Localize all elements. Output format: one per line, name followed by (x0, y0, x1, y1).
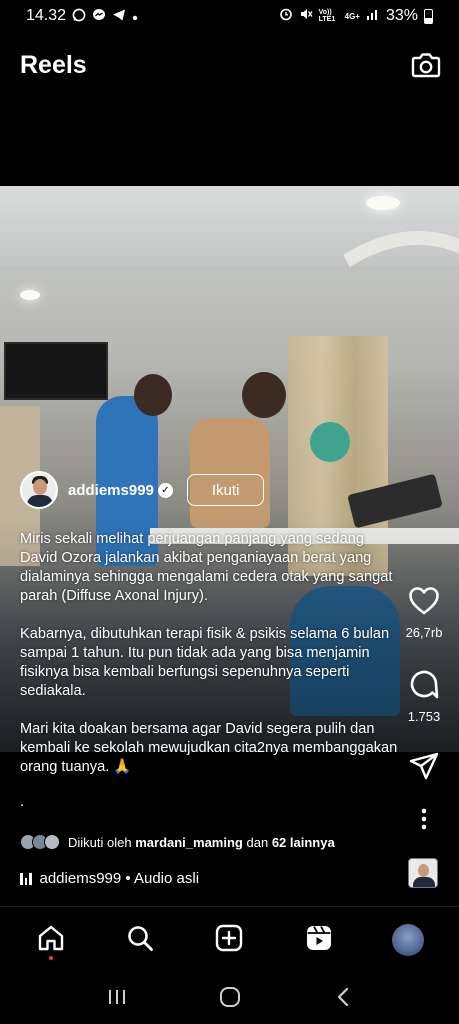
whatsapp-icon (72, 8, 86, 25)
volte-icon: Vo)) LTE1 (318, 9, 336, 23)
audio-bars-icon (20, 872, 32, 885)
audio-thumbnail[interactable] (408, 858, 438, 888)
more-vertical-icon[interactable] (421, 808, 427, 833)
status-right: Vo)) LTE1 4G+ 33% (279, 7, 433, 26)
like-action[interactable]: 26,7rb (394, 586, 454, 640)
battery-percent: 33% (385, 7, 418, 24)
share-action[interactable] (394, 752, 454, 783)
page-title: Reels (20, 50, 87, 79)
status-left: 14.32 (26, 7, 138, 25)
like-count: 26,7rb (405, 625, 443, 640)
home-circle-icon[interactable] (210, 977, 250, 1017)
video-ceiling-light (366, 196, 400, 210)
nav-home[interactable] (27, 916, 75, 964)
signal-icon (366, 7, 380, 25)
messenger-icon (92, 8, 106, 25)
follow-button[interactable]: Ikuti (186, 474, 265, 506)
telegram-icon (112, 8, 126, 25)
nav-create[interactable] (205, 916, 253, 964)
verified-badge-icon: ✓ (157, 482, 173, 498)
comment-action[interactable]: 1.753 (394, 668, 454, 724)
video-ceiling-light (20, 290, 40, 300)
video-tv (4, 342, 108, 400)
audio-label[interactable]: addiems999 • Audio asli (40, 870, 200, 887)
video-therapist-head (134, 374, 172, 416)
notification-dot (48, 956, 53, 960)
status-bar: 14.32 Vo)) LTE1 4G+ 33% (0, 0, 459, 32)
dot-icon (132, 9, 138, 24)
avatar-face (33, 479, 47, 495)
heart-icon[interactable] (408, 586, 440, 619)
followed-by-connector: dan (246, 834, 269, 850)
search-icon[interactable] (126, 924, 154, 957)
avatar-suit (27, 495, 53, 507)
send-icon[interactable] (409, 752, 439, 783)
alarm-icon (279, 7, 293, 26)
divider (0, 906, 459, 907)
reel-caption[interactable]: Miris sekali melihat perjuangan panjang … (20, 530, 398, 812)
follower-avatars (20, 834, 60, 850)
audio-thumb-face (418, 864, 429, 877)
create-icon[interactable] (215, 924, 243, 957)
nav-reels[interactable] (295, 916, 343, 964)
followed-by-prefix: Diikuti oleh (68, 834, 132, 850)
audio-row[interactable]: addiems999 • Audio asli (20, 870, 199, 887)
audio-thumb-suit (413, 877, 435, 887)
more-action[interactable] (394, 808, 454, 833)
system-nav (0, 970, 459, 1024)
comment-icon[interactable] (408, 668, 440, 703)
caption-paragraph: Miris sekali melihat perjuangan panjang … (20, 531, 393, 604)
recent-apps-icon[interactable] (97, 977, 137, 1017)
reels-header: Reels (0, 40, 459, 90)
video-nurse (310, 422, 350, 462)
followed-by-user[interactable]: mardani_maming (135, 835, 243, 850)
network-4g-icon: 4G+ (344, 11, 360, 21)
bottom-nav (0, 912, 459, 968)
followed-by-others[interactable]: 62 lainnya (272, 835, 335, 850)
nav-profile[interactable] (384, 916, 432, 964)
profile-avatar[interactable] (392, 924, 425, 956)
author-avatar[interactable] (20, 471, 58, 509)
camera-icon[interactable] (411, 52, 441, 78)
status-time: 14.32 (26, 7, 67, 24)
video-patient-head (242, 372, 286, 418)
caption-trailing: . (20, 794, 25, 810)
comment-count: 1.753 (407, 709, 441, 724)
author-row: addiems999 ✓ Ikuti (20, 470, 265, 510)
reels-icon[interactable] (305, 924, 333, 957)
caption-paragraph: Mari kita doakan bersama agar David sege… (20, 721, 398, 775)
nav-search[interactable] (116, 916, 164, 964)
author-username[interactable]: addiems999 (68, 482, 154, 499)
battery-icon (424, 8, 433, 24)
home-icon[interactable] (37, 924, 65, 957)
back-icon[interactable] (323, 977, 363, 1017)
caption-paragraph: Kabarnya, dibutuhkan terapi fisik & psik… (20, 626, 390, 699)
mute-icon (299, 7, 313, 26)
followed-by-row[interactable]: Diikuti oleh mardani_maming dan 62 lainn… (20, 834, 335, 850)
follower-avatar (44, 834, 60, 850)
